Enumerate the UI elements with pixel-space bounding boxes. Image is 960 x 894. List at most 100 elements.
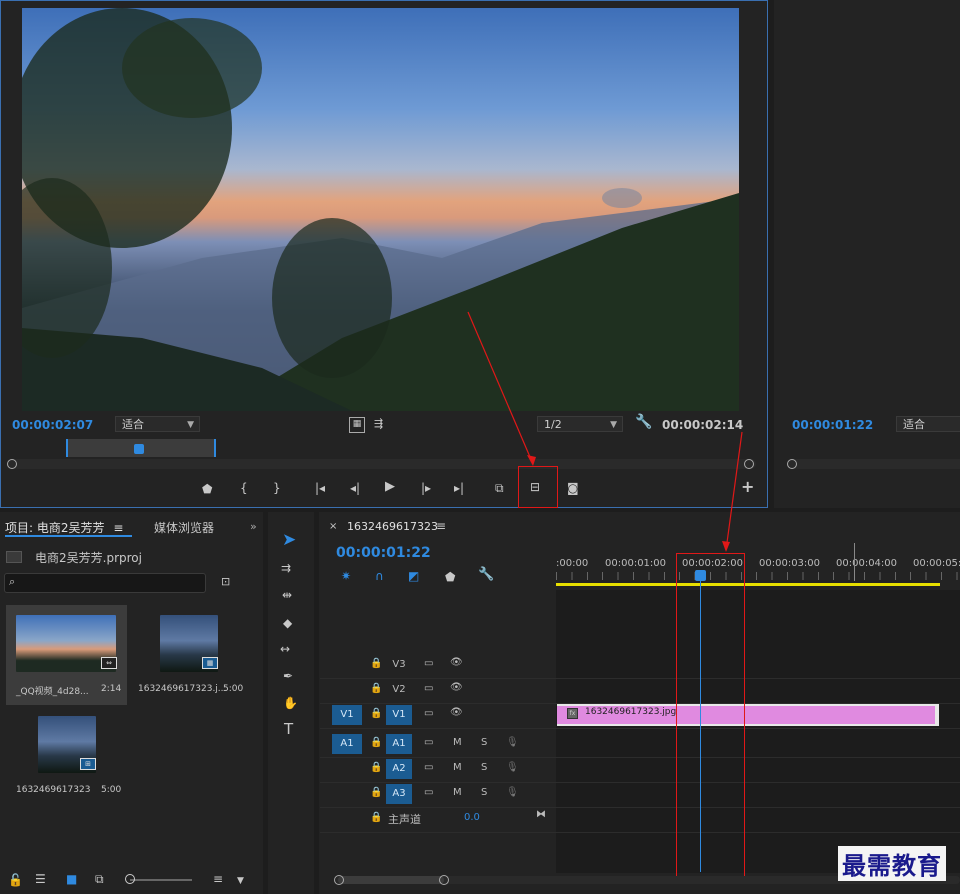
- sync-lock-icon[interactable]: ▭: [424, 787, 433, 798]
- go-to-out-icon[interactable]: ▸|: [454, 481, 464, 495]
- freeform-view-icon[interactable]: ⧉: [95, 872, 104, 886]
- timeline-menu-icon[interactable]: ≡: [436, 519, 446, 533]
- step-forward-icon[interactable]: |▸: [421, 481, 431, 495]
- close-icon[interactable]: ×: [329, 521, 337, 532]
- find-icon[interactable]: ⊡: [221, 575, 230, 588]
- source-zoom-left-handle[interactable]: [66, 439, 68, 457]
- track-select-tool-icon[interactable]: ⇉: [281, 561, 291, 575]
- lock-icon[interactable]: 🔒: [370, 658, 382, 669]
- zoom-slider[interactable]: [130, 879, 192, 881]
- zoom-slider-handle[interactable]: [125, 874, 135, 884]
- source-scrollbar[interactable]: [8, 459, 756, 469]
- project-item[interactable]: ▦ 1632469617323.j... 5:00: [128, 605, 249, 705]
- hand-tool-icon[interactable]: ✋: [283, 696, 298, 710]
- lock-icon[interactable]: 🔒: [370, 812, 382, 823]
- chevron-down-icon[interactable]: ▼: [237, 874, 244, 888]
- ruler-ticks[interactable]: [556, 572, 960, 580]
- scroll-left-handle[interactable]: [7, 459, 17, 469]
- source-zoom-right-handle[interactable]: [214, 439, 216, 457]
- microphone-icon[interactable]: 🎙: [506, 737, 519, 748]
- tab-media-browser[interactable]: 媒体浏览器: [154, 519, 214, 536]
- mark-out-icon[interactable]: }: [273, 481, 281, 495]
- lock-icon[interactable]: 🔒: [370, 737, 382, 748]
- lock-icon[interactable]: 🔒: [370, 683, 382, 694]
- resolution-dropdown[interactable]: 1/2 ▼: [537, 416, 623, 432]
- project-item[interactable]: ⊞ 1632469617323 5:00: [6, 706, 127, 806]
- track-label-a2[interactable]: A2: [386, 759, 412, 779]
- track-label-a3[interactable]: A3: [386, 784, 412, 804]
- sync-lock-icon[interactable]: ▭: [424, 762, 433, 773]
- linked-selection-icon[interactable]: ◩: [408, 569, 419, 583]
- play-icon[interactable]: ▶: [385, 480, 395, 494]
- add-marker-icon[interactable]: ⬟: [202, 482, 212, 496]
- master-volume-value[interactable]: 0.0: [464, 812, 480, 823]
- slip-tool-icon[interactable]: ↔: [280, 642, 290, 656]
- work-area-bar[interactable]: [556, 583, 940, 586]
- add-button-icon[interactable]: +: [741, 479, 754, 495]
- sync-lock-icon[interactable]: ▭: [424, 708, 433, 719]
- eye-icon[interactable]: 👁: [450, 682, 463, 693]
- pen-tool-icon[interactable]: ✒: [283, 669, 293, 683]
- solo-button[interactable]: S: [481, 737, 487, 748]
- lock-icon[interactable]: 🔒: [370, 708, 382, 719]
- camera-icon[interactable]: ◙: [567, 481, 579, 495]
- ripple-edit-tool-icon[interactable]: ⇹: [282, 588, 292, 602]
- track-label-a1[interactable]: A1: [386, 734, 412, 754]
- source-patch-a1[interactable]: A1: [332, 734, 362, 754]
- search-input[interactable]: ⌕: [4, 573, 206, 593]
- icon-view-icon[interactable]: ■: [66, 872, 77, 886]
- film-settings-icon[interactable]: ▦: [349, 417, 365, 433]
- add-marker-icon[interactable]: ⬟: [445, 570, 455, 584]
- program-fit-dropdown[interactable]: 适合: [896, 416, 960, 432]
- timeline-clip[interactable]: fx 1632469617323.jpg: [557, 704, 939, 726]
- sync-lock-icon[interactable]: ▭: [424, 683, 433, 694]
- timeline-settings-wrench-icon[interactable]: 🔧: [478, 568, 494, 582]
- program-scrollbar[interactable]: [788, 459, 960, 469]
- microphone-icon[interactable]: 🎙: [506, 787, 519, 798]
- mute-button[interactable]: M: [453, 787, 462, 798]
- solo-button[interactable]: S: [481, 762, 487, 773]
- type-tool-icon[interactable]: T: [284, 722, 293, 737]
- scroll-left-handle[interactable]: [334, 875, 344, 885]
- track-label-v1[interactable]: V1: [386, 705, 412, 725]
- export-settings-icon[interactable]: ⇶: [374, 417, 383, 431]
- source-timecode[interactable]: 00:00:02:07: [12, 418, 93, 432]
- scroll-right-handle[interactable]: [439, 875, 449, 885]
- mute-button[interactable]: M: [453, 737, 462, 748]
- go-to-in-icon[interactable]: |◂: [315, 481, 325, 495]
- track-label-v2[interactable]: V2: [386, 680, 412, 700]
- snap-icon[interactable]: ∩: [375, 569, 384, 583]
- lock-icon[interactable]: 🔒: [370, 787, 382, 798]
- mute-button[interactable]: M: [453, 762, 462, 773]
- scroll-right-handle[interactable]: [744, 459, 754, 469]
- solo-button[interactable]: S: [481, 787, 487, 798]
- razor-tool-icon[interactable]: ◆: [283, 616, 292, 630]
- timeline-tab-title[interactable]: 1632469617323: [347, 520, 438, 533]
- snap-nested-icon[interactable]: ✷: [341, 569, 351, 583]
- wrench-icon[interactable]: 🔧: [635, 415, 652, 429]
- track-label-v3[interactable]: V3: [386, 655, 412, 675]
- list-view-icon[interactable]: ☰: [35, 872, 46, 886]
- selection-tool-icon[interactable]: ➤: [282, 532, 296, 549]
- microphone-icon[interactable]: 🎙: [506, 762, 519, 773]
- mark-in-icon[interactable]: {: [240, 481, 248, 495]
- program-timecode[interactable]: 00:00:01:22: [792, 418, 873, 432]
- timeline-scrollbar-thumb[interactable]: [338, 876, 444, 884]
- lock-icon[interactable]: 🔒: [370, 762, 382, 773]
- sync-lock-icon[interactable]: ▭: [424, 737, 433, 748]
- fit-dropdown[interactable]: 适合 ▼: [115, 416, 200, 432]
- go-to-end-icon[interactable]: ⧓: [536, 809, 546, 820]
- source-mini-playhead[interactable]: [134, 444, 144, 454]
- project-item[interactable]: ⇔ _QQ视频_4d28... 2:14: [6, 605, 127, 705]
- overwrite-icon[interactable]: ⊟: [530, 480, 540, 494]
- program-scroll-left-handle[interactable]: [787, 459, 797, 469]
- step-back-icon[interactable]: ◂|: [350, 481, 360, 495]
- tab-project[interactable]: 项目: 电商2吴芳芳 ≡: [5, 519, 123, 536]
- video-preview[interactable]: [22, 8, 739, 411]
- source-patch-v1[interactable]: V1: [332, 705, 362, 725]
- timeline-timecode[interactable]: 00:00:01:22: [336, 545, 431, 561]
- insert-icon[interactable]: ⧉: [495, 481, 504, 495]
- lock-icon[interactable]: 🔓: [8, 873, 23, 887]
- eye-icon[interactable]: 👁: [450, 707, 463, 718]
- sort-icon[interactable]: ≡: [213, 872, 223, 886]
